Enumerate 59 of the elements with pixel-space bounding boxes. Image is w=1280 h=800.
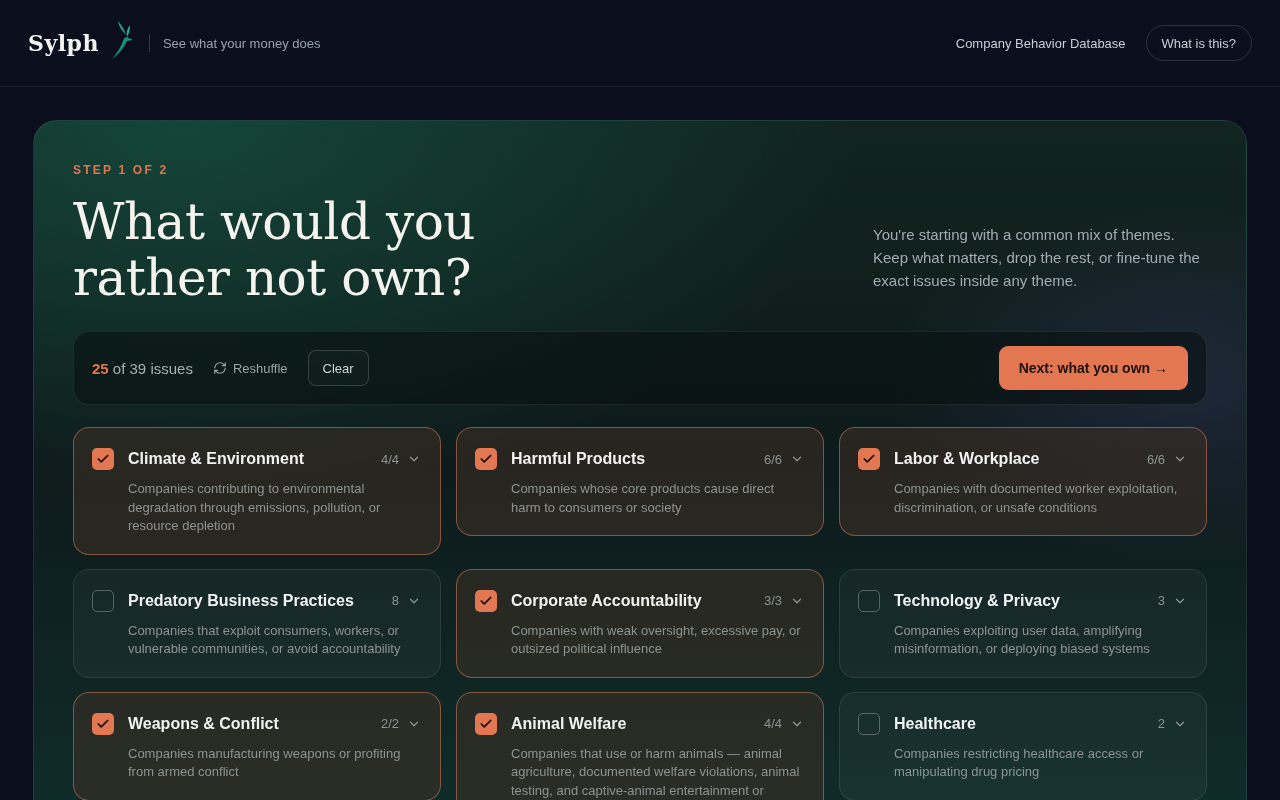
theme-title: Harmful Products bbox=[511, 449, 647, 469]
check-icon bbox=[96, 452, 110, 466]
theme-description: Companies exploiting user data, amplifying misinformation, or deploying biased systems bbox=[894, 621, 1151, 658]
theme-card[interactable]: Climate & Environment 4/4 Companies contributing to environmental degradation through emissions, pollution, or resource depletion bbox=[73, 427, 441, 555]
step-label: STEP 1 OF 2 bbox=[73, 163, 170, 177]
theme-title: Predatory Business Practices bbox=[128, 590, 355, 611]
issue-summary: 25 of 39 issues bbox=[92, 359, 193, 377]
checkbox[interactable] bbox=[858, 448, 880, 470]
theme-card[interactable]: Technology & Privacy 3 Companies exploiting user data, amplifying misinformation, or deploying biased systems bbox=[839, 568, 1207, 678]
reshuffle-button[interactable]: Reshuffle bbox=[212, 360, 288, 376]
expand-toggle[interactable]: 6/6 bbox=[1146, 448, 1190, 470]
clear-button[interactable]: Clear bbox=[307, 350, 369, 386]
theme-description: Companies with weak oversight, excessive pay, or outsized political influence bbox=[511, 621, 802, 658]
theme-description: Companies contributing to environmental degradation through emissions, pollution, or resource depletion bbox=[128, 480, 382, 535]
checkbox[interactable] bbox=[92, 712, 114, 735]
refresh-icon bbox=[212, 361, 227, 375]
intro-text: You're starting with a common mix of themes. Keep what matters, drop the rest, or fine-tune the exact issues inside any theme. bbox=[873, 225, 1201, 291]
logo[interactable]: Sylph bbox=[28, 30, 99, 56]
next-button[interactable]: Next: what you own → bbox=[998, 346, 1188, 390]
theme-card[interactable]: Predatory Business Practices 8 Companies that exploit consumers, workers, or vulnerable communities, or avoid accountability bbox=[73, 568, 441, 678]
expand-toggle[interactable]: 6/6 bbox=[763, 448, 807, 470]
theme-title: Labor & Workplace bbox=[894, 449, 1041, 469]
theme-description: Companies that exploit consumers, workers, or vulnerable communities, or avoid accountability bbox=[128, 621, 402, 658]
theme-card[interactable]: Weapons & Conflict 2/2 Companies manufacturing weapons or profiting from armed conflict bbox=[73, 691, 441, 800]
checkbox[interactable] bbox=[92, 448, 114, 470]
expand-toggle[interactable]: 3/3 bbox=[763, 589, 807, 612]
theme-card[interactable]: Healthcare 2 Companies restricting healthcare access or manipulating drug pricing bbox=[839, 691, 1207, 800]
expand-toggle[interactable]: 3 bbox=[1157, 589, 1190, 612]
theme-title: Weapons & Conflict bbox=[128, 713, 280, 734]
expand-toggle[interactable]: 8 bbox=[391, 589, 424, 612]
theme-card[interactable]: Animal Welfare 4/4 Companies that use or harm animals — animal agriculture, documented welfare violations, animal testing, and captive-animal entertainment or bbox=[456, 691, 824, 800]
database-link[interactable]: Company Behavior Database bbox=[955, 35, 1126, 51]
checkbox[interactable] bbox=[475, 448, 497, 470]
tagline: See what your money does bbox=[162, 35, 321, 51]
theme-description: Companies that use or harm animals — animal agriculture, documented welfare violations, animal testing, and captive-animal entertainment or bbox=[511, 744, 801, 800]
checkbox[interactable] bbox=[92, 589, 114, 612]
theme-card[interactable]: Harmful Products 6/6 Companies whose core products cause direct harm to consumers or society bbox=[456, 427, 824, 536]
checkbox[interactable] bbox=[858, 712, 880, 735]
theme-title: Corporate Accountability bbox=[511, 590, 703, 611]
theme-description: Companies whose core products cause direct harm to consumers or society bbox=[511, 480, 776, 517]
check-icon bbox=[479, 452, 493, 466]
checkbox[interactable] bbox=[475, 589, 497, 612]
expand-toggle[interactable]: 2/2 bbox=[380, 712, 424, 735]
theme-description: Companies with documented worker exploitation, discrimination, or unsafe conditions bbox=[894, 480, 1179, 517]
theme-card[interactable]: Labor & Workplace 6/6 Companies with documented worker exploitation, discrimination, or unsafe conditions bbox=[839, 427, 1207, 536]
expand-toggle[interactable]: 4/4 bbox=[380, 448, 424, 470]
check-icon bbox=[862, 452, 876, 466]
theme-description: Companies manufacturing weapons or profiting from armed conflict bbox=[128, 744, 402, 781]
checkbox[interactable] bbox=[475, 712, 497, 735]
expand-toggle[interactable]: 4/4 bbox=[763, 712, 807, 735]
theme-title: Technology & Privacy bbox=[894, 590, 1061, 611]
theme-title: Healthcare bbox=[894, 713, 977, 734]
page-heading: What would you rather not own? bbox=[73, 194, 476, 306]
theme-title: Climate & Environment bbox=[128, 449, 306, 469]
checkbox[interactable] bbox=[858, 589, 880, 612]
theme-title: Animal Welfare bbox=[511, 713, 628, 734]
expand-toggle[interactable]: 2 bbox=[1157, 712, 1190, 735]
theme-description: Companies restricting healthcare access or manipulating drug pricing bbox=[894, 744, 1145, 781]
theme-card[interactable]: Corporate Accountability 3/3 Companies with weak oversight, excessive pay, or outsized political influence bbox=[456, 568, 824, 678]
